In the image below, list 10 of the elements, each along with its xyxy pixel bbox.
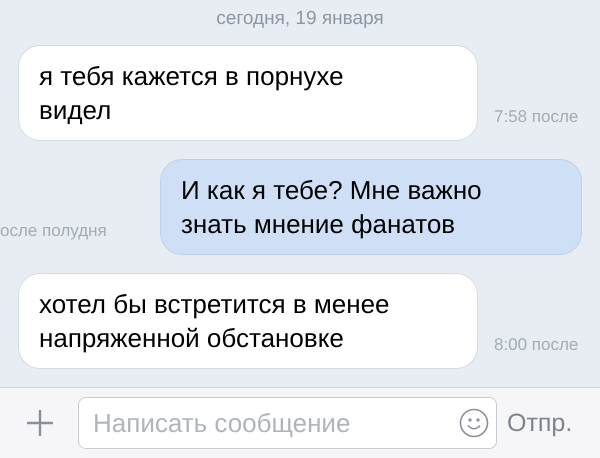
message-time: 8:00 после [494,335,578,355]
add-icon[interactable] [25,408,55,438]
message-bubble: хотел бы встретится в менее напряженной обстановке [18,273,478,369]
message-bubble: И как я тебе? Мне важно знать мнение фанатов [160,159,582,255]
emoji-icon[interactable] [459,408,489,438]
message-time: осле полудня [0,221,107,241]
date-header: сегодня, 19 января [216,8,384,31]
message-time: 7:58 после [494,107,578,127]
message-field[interactable]: Написать сообщение [78,397,497,449]
message-bubble: я тебя кажется в порнухе видел [18,45,478,141]
